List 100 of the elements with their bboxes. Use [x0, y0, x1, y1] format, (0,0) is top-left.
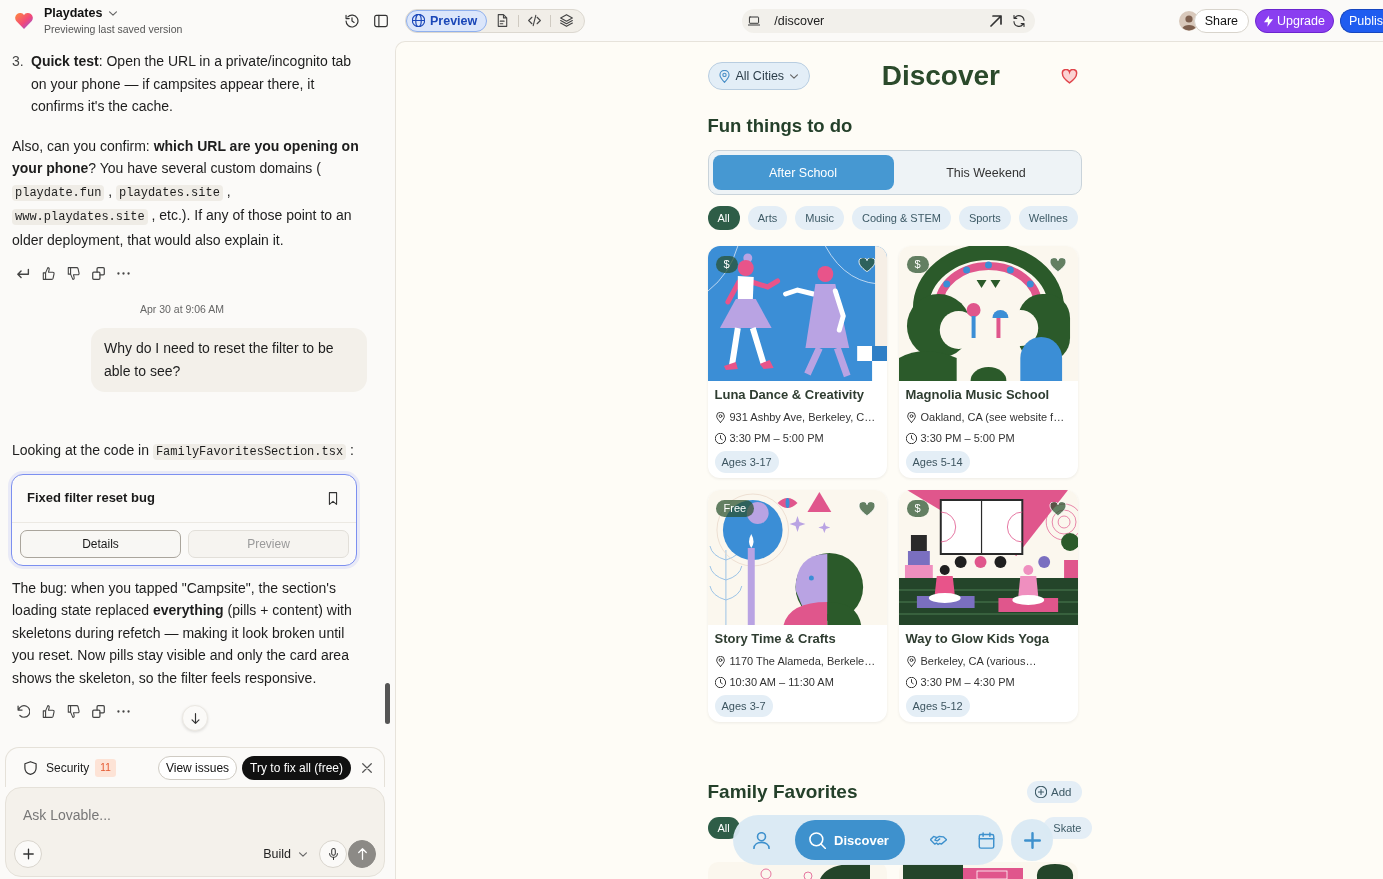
close-icon[interactable]	[362, 762, 372, 773]
clock-icon	[714, 432, 726, 444]
issue-count-badge: 11	[95, 758, 116, 777]
avatar-icon[interactable]	[1178, 10, 1199, 31]
location-pin-icon	[714, 411, 726, 423]
activity-name: Magnolia Music School	[905, 386, 1051, 404]
security-label: Security	[46, 759, 90, 776]
chevron-down-icon	[109, 10, 118, 16]
page-title: Discover	[881, 61, 1000, 91]
category-filter[interactable]: Music	[795, 206, 845, 230]
clock-icon	[905, 432, 917, 444]
calendar-icon	[978, 831, 996, 849]
search-icon	[809, 831, 826, 849]
change-card[interactable]: Fixed filter reset bug Details Preview	[11, 473, 357, 566]
arrow-down-icon	[190, 712, 200, 724]
plus-circle-icon	[1035, 786, 1048, 798]
clock-icon	[905, 676, 917, 688]
activity-card[interactable]: $ Magnolia Music School Oakland, CA (see website f… 3:30 PM – 5:00 PM Ages 5-14	[898, 246, 1078, 478]
activity-location: Oakland, CA (see website f…	[920, 410, 1065, 425]
activity-card[interactable]: $ Luna Dance & Creativity 931 Ashby Ave, Berkeley, C… 3:30 PM – 5:00 PM Ages 3-17	[707, 246, 887, 478]
message-timestamp: Apr 30 at 9:06 AM	[138, 302, 226, 316]
arrow-up-icon	[356, 848, 368, 860]
city-dropdown[interactable]: All Cities	[707, 62, 811, 90]
chevron-down-icon	[790, 73, 799, 79]
activity-card[interactable]: $ Way to Glow Kids Yoga Berkeley, CA (various… 3:30 PM – 4:30 PM Ages 5-12	[898, 490, 1078, 722]
add-button[interactable]: Add	[1027, 781, 1082, 803]
plus-icon	[22, 848, 34, 860]
thumbs-down-icon[interactable]	[67, 266, 80, 280]
project-menu-button[interactable]: Playdates	[44, 5, 118, 21]
create-button[interactable]	[1011, 819, 1053, 861]
microphone-icon	[327, 848, 339, 860]
category-filter[interactable]: Sports	[958, 206, 1011, 230]
user-message: Why do I need to reset the filter to be able to see?	[91, 328, 367, 392]
heart-icon[interactable]	[1061, 68, 1079, 84]
address-bar[interactable]: /discover	[742, 8, 1036, 33]
thumbs-up-icon[interactable]	[42, 704, 55, 718]
layers-icon	[560, 14, 574, 27]
scrollbar-thumb[interactable]	[385, 683, 390, 724]
category-filter[interactable]: Arts	[747, 206, 788, 230]
activity-location: 931 Ashby Ave, Berkeley, C…	[729, 410, 876, 425]
url-text: /discover	[774, 13, 825, 28]
file-icon	[496, 14, 510, 27]
fix-all-button[interactable]: Try to fix all (free)	[242, 755, 351, 780]
mic-button[interactable]	[319, 840, 347, 868]
age-range-tag: Ages 3-17	[714, 451, 779, 473]
sidebar-icon[interactable]	[374, 13, 388, 28]
more-icon[interactable]	[117, 271, 130, 275]
activity-time: 3:30 PM – 5:00 PM	[729, 431, 824, 446]
person-icon	[752, 831, 770, 849]
activity-location: Berkeley, CA (various…	[920, 654, 1037, 669]
segment-tab[interactable]: This Weekend	[895, 155, 1077, 190]
activity-card[interactable]: Free Story Time & Crafts 1170 The Alameda, Berkele… 10:30 AM – 11:30 AM Ages 3-7	[707, 490, 887, 722]
reply-icon[interactable]	[17, 266, 30, 280]
age-range-tag: Ages 5-14	[905, 451, 970, 473]
logo-icon[interactable]	[15, 12, 33, 29]
activity-name: Way to Glow Kids Yoga	[905, 630, 1050, 648]
message-text: Also, can you confirm: which URL are you opening on your phone? You have several custom domains ( playdate.fun , playdates.site , www.playdates.site , etc.). If any of those point to an older deployment, that would also explain it.	[12, 136, 360, 250]
publish-button[interactable]: Publis	[1339, 8, 1383, 33]
external-link-icon[interactable]	[990, 14, 1003, 27]
bolt-icon	[1264, 14, 1273, 27]
copy-icon[interactable]	[92, 704, 105, 718]
mode-dropdown[interactable]: Build	[263, 847, 307, 861]
share-button[interactable]: Share	[1193, 8, 1249, 33]
globe-icon	[412, 14, 425, 27]
category-filter[interactable]: Skate	[1043, 817, 1092, 839]
thumbs-up-icon[interactable]	[42, 266, 55, 280]
send-button[interactable]	[348, 840, 376, 868]
location-pin-icon	[718, 69, 730, 83]
refresh-icon[interactable]	[1013, 14, 1026, 27]
view-tab[interactable]: Preview	[406, 9, 488, 32]
upgrade-button[interactable]: Upgrade	[1255, 8, 1334, 33]
copy-icon[interactable]	[92, 266, 105, 280]
laptop-icon	[748, 14, 761, 27]
clock-icon	[714, 676, 726, 688]
list-item-text: Quick test: Open the URL in a private/incognito tab on your phone — if campsites appear there, it confirms it's the cache.	[31, 52, 353, 116]
activity-name: Story Time & Crafts	[714, 630, 837, 648]
category-filter[interactable]: Coding & STEM	[852, 206, 951, 230]
shield-icon	[24, 760, 37, 775]
more-icon[interactable]	[117, 709, 130, 713]
list-number: 3.	[12, 52, 25, 71]
location-pin-icon	[905, 411, 917, 423]
section-heading: Family Favorites	[707, 780, 858, 804]
activity-time: 10:30 AM – 11:30 AM	[729, 675, 834, 690]
attach-button[interactable]	[14, 840, 42, 868]
history-icon[interactable]	[345, 13, 359, 28]
scroll-down-button[interactable]	[182, 705, 208, 731]
card-tab[interactable]: Details	[20, 529, 181, 558]
message-input[interactable]: Ask Lovable...	[23, 804, 323, 826]
location-pin-icon	[905, 655, 917, 667]
plus-icon	[1023, 831, 1041, 849]
category-filter[interactable]: Wellnes	[1018, 206, 1078, 230]
activity-time: 3:30 PM – 4:30 PM	[920, 675, 1015, 690]
category-filter[interactable]: All	[707, 206, 740, 230]
activity-time: 3:30 PM – 5:00 PM	[920, 431, 1015, 446]
bookmark-icon[interactable]	[328, 491, 338, 505]
view-issues-button[interactable]: View issues	[157, 755, 238, 780]
category-filter[interactable]: All	[707, 817, 740, 839]
thumbs-down-icon[interactable]	[67, 704, 80, 718]
location-pin-icon	[714, 655, 726, 667]
undo-icon[interactable]	[17, 704, 30, 718]
